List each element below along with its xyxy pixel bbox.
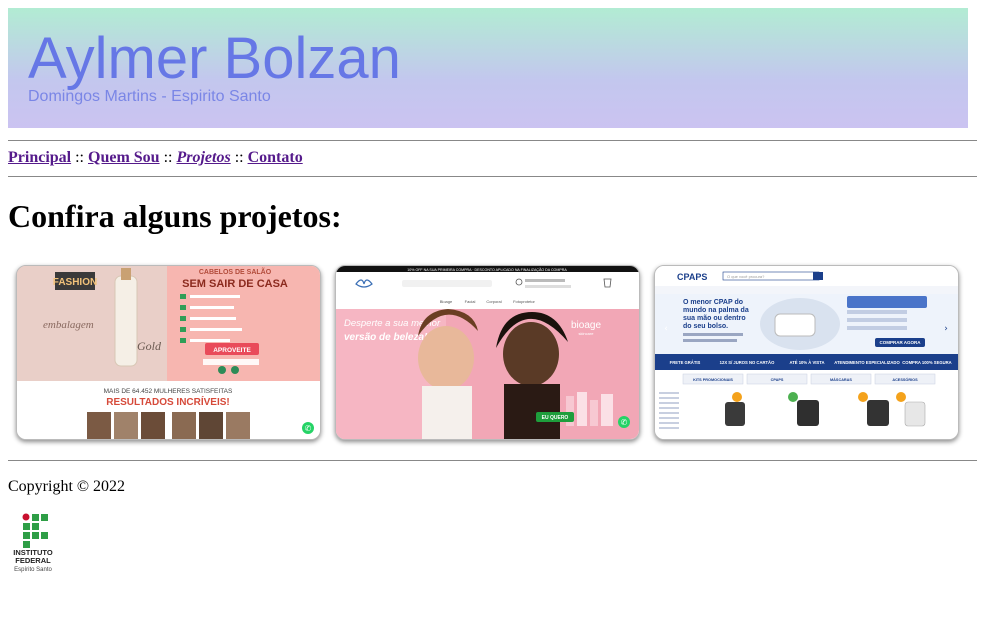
- bioage-hero-line2: versão de beleza!: [344, 332, 428, 343]
- fashion-results: RESULTADOS INCRÍVEIS!: [106, 395, 230, 408]
- fashion-headline: SEM SAIR DE CASA: [182, 278, 288, 290]
- copyright-text: Copyright © 2022: [8, 478, 126, 495]
- search-icon: [813, 272, 823, 280]
- nav-separator: ::: [163, 149, 173, 166]
- cpaps-tab-2: MÁSCARAS: [830, 377, 852, 382]
- cpaps-brand: CPAPS: [677, 272, 707, 282]
- bioage-brand: bioage: [571, 320, 601, 331]
- footer-divider: [8, 460, 977, 461]
- nav-bottom-divider: [8, 176, 977, 177]
- project-card-cpaps[interactable]: CPAPS O que você procura? O menor CPAP d…: [654, 265, 959, 440]
- site-header: Aylmer Bolzan Domingos Martins - Espirit…: [8, 8, 968, 128]
- cpaps-cta: COMPRAR AGORA: [879, 340, 921, 345]
- bioage-cta: EU QUERO: [542, 415, 569, 421]
- cpaps-hero-line3: sua mão ou dentro: [683, 315, 746, 322]
- svg-text:Gold: Gold: [137, 339, 162, 353]
- nav-link-contato[interactable]: Contato: [248, 149, 303, 166]
- whatsapp-icon: ✆: [621, 418, 628, 427]
- cpaps-tab-1: CPAPS: [771, 378, 784, 382]
- cpaps-benefit-0: FRETE GRÁTIS: [670, 360, 701, 365]
- cpaps-hero-line2: mundo na palma da: [683, 307, 749, 314]
- cpaps-benefit-3: ATENDIMENTO ESPECIALIZADO: [834, 360, 900, 365]
- bioage-brand-sub: skincare: [579, 331, 595, 336]
- bioage-nav-0: Bioage: [440, 299, 453, 304]
- cpaps-tab-3: ACESSÓRIOS: [892, 377, 918, 382]
- projects-heading: Confira alguns projetos:: [8, 198, 342, 234]
- bioage-nav-2: Corporal: [486, 299, 501, 304]
- project-card-bioage[interactable]: 10% OFF NA SUA PRIMEIRA COMPRA · DESCONT…: [335, 265, 640, 440]
- site-subtitle: Domingos Martins - Espirito Santo: [28, 88, 271, 105]
- chevron-left-icon: ‹: [664, 324, 668, 334]
- fashion-cta: APROVEITE: [213, 347, 251, 354]
- cpaps-hero-line1: O menor CPAP do: [683, 299, 743, 306]
- fashion-brand-text: FASHION: [53, 277, 97, 288]
- bioage-promo-bar: 10% OFF NA SUA PRIMEIRA COMPRA · DESCONT…: [407, 267, 567, 272]
- nav-link-principal[interactable]: Principal: [8, 149, 71, 166]
- logo-line-2: FEDERAL: [15, 556, 51, 565]
- ifes-logo: INSTITUTO FEDERAL Espírito Santo: [8, 512, 60, 574]
- cpaps-tab-0: KITS PROMOCIONAIS: [693, 378, 733, 382]
- cpaps-search-placeholder: O que você procura?: [727, 274, 765, 279]
- project-card-fashion-gold[interactable]: FASHION embalagem Gold CABELOS DE SALÃO …: [16, 265, 321, 440]
- cpaps-benefit-2: ATÉ 10% À VISTA: [790, 360, 825, 365]
- nav-link-quem-sou[interactable]: Quem Sou: [88, 149, 160, 166]
- fashion-headline-top: CABELOS DE SALÃO: [199, 267, 272, 276]
- nav-separator: ::: [234, 149, 244, 166]
- bioage-nav-3: Fotoprotetor: [513, 299, 535, 304]
- whatsapp-icon: ✆: [305, 424, 312, 433]
- fashion-stats: MAIS DE 64.452 MULHERES SATISFEITAS: [104, 388, 233, 395]
- chevron-right-icon: ›: [944, 324, 948, 334]
- main-nav: Principal :: Quem Sou :: Projetos :: Con…: [8, 149, 303, 167]
- site-title: Aylmer Bolzan: [28, 26, 401, 91]
- cpaps-benefit-4: COMPRA 100% SEGURA: [902, 360, 951, 365]
- nav-top-divider: [8, 140, 977, 141]
- cpaps-benefit-1: 12X S/ JUROS NO CARTÃO: [720, 360, 775, 365]
- nav-link-projetos[interactable]: Projetos: [176, 149, 230, 166]
- svg-text:embalagem: embalagem: [43, 319, 94, 331]
- cpaps-hero-line4: do seu bolso.: [683, 323, 728, 330]
- logo-line-3: Espírito Santo: [14, 567, 52, 573]
- nav-separator: ::: [75, 149, 84, 166]
- bioage-nav-1: Facial: [465, 299, 476, 304]
